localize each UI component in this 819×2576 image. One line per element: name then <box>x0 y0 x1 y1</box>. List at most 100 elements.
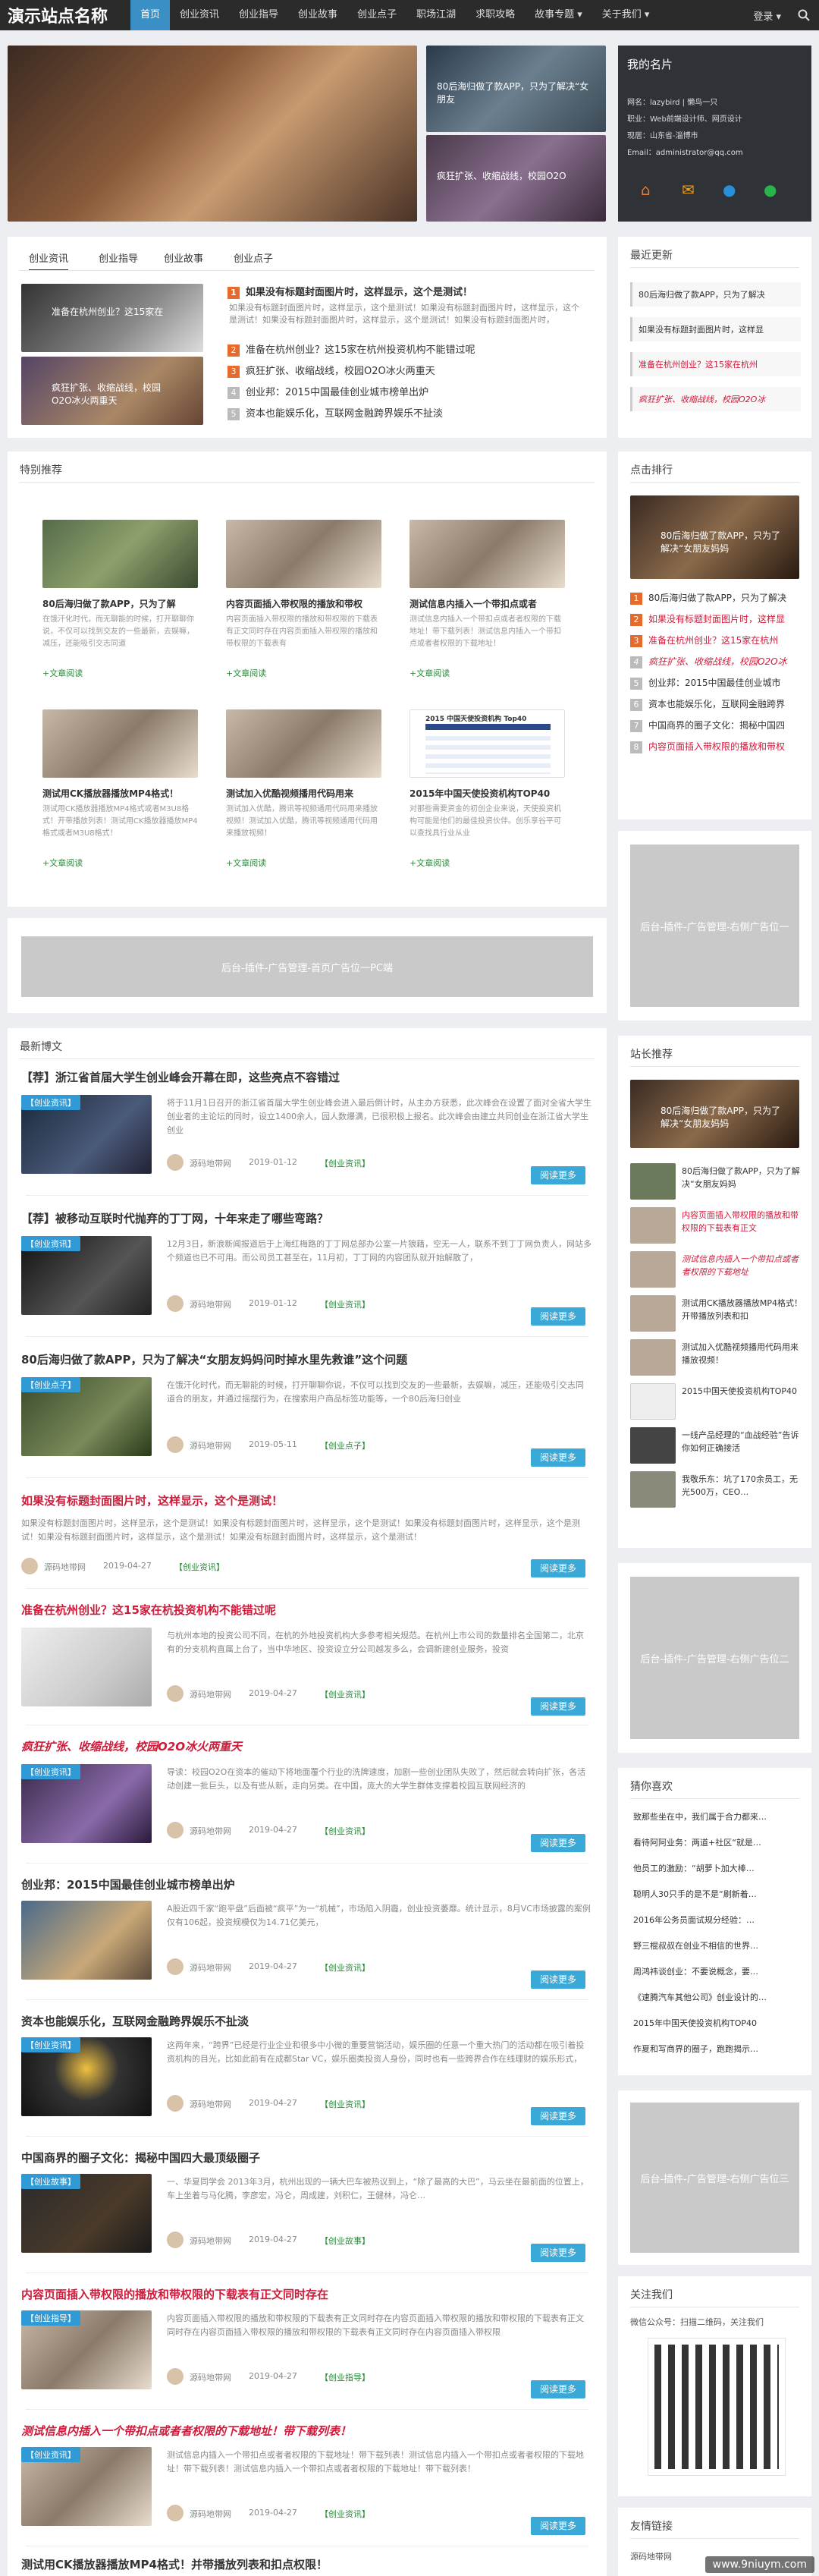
login-button[interactable]: 登录 ▾ <box>753 8 781 23</box>
article-title[interactable]: 【荐】浙江省首届大学生创业峰会开幕在即，这些亮点不容错过 <box>21 1069 593 1085</box>
recent-item[interactable]: 80后海归做了款APP，只为了解决 <box>630 282 801 307</box>
featured-image[interactable] <box>410 520 565 588</box>
like-item[interactable]: 《速腾汽车其他公司》创业设计的… <box>633 1991 800 2003</box>
featured-item-more[interactable]: +文章阅读 <box>410 667 450 679</box>
zhan-thumb[interactable] <box>630 1207 676 1244</box>
qq-icon[interactable]: ● <box>723 181 736 199</box>
nav-gushi[interactable]: 创业故事 <box>288 0 347 30</box>
like-item[interactable]: 作夏和写商界的圈子，跑跑揭示… <box>633 2043 800 2055</box>
featured-item-title[interactable]: 测试用CK播放器播放MP4格式！ <box>42 787 198 800</box>
read-more-button[interactable]: 阅读更多 <box>531 2244 585 2262</box>
like-item[interactable]: 2016年公务员面试规分经验：… <box>633 1914 800 1926</box>
tab-dianzi[interactable]: 创业点子 <box>234 250 273 265</box>
nav-about[interactable]: 关于我们 ▾ <box>592 0 660 30</box>
rank-item[interactable]: 4 疯狂扩张、收缩战线，校园O2O冰 <box>630 655 801 668</box>
zhan-thumb[interactable] <box>630 1383 676 1420</box>
article-category-link[interactable]: 【创业资讯】 <box>174 1561 224 1573</box>
featured-item-more[interactable]: +文章阅读 <box>226 857 266 869</box>
nav-zixun[interactable]: 创业资讯 <box>170 0 229 30</box>
mail-icon[interactable]: ✉ <box>682 181 695 199</box>
read-more-button[interactable]: 阅读更多 <box>531 1971 585 1989</box>
read-more-button[interactable]: 阅读更多 <box>531 1166 585 1184</box>
featured-item-title[interactable]: 80后海归做了款APP，只为了解 <box>42 597 198 610</box>
featured-image[interactable] <box>226 520 381 588</box>
rank-item[interactable]: 8 内容页面插入带权限的播放和带权 <box>630 740 801 753</box>
recent-item[interactable]: 如果没有标题封面图片时，这样显 <box>630 317 801 341</box>
slider-small-image-2[interactable]: 疯狂扩张、收缩战线，校园O2O <box>426 135 606 222</box>
zhan-item[interactable]: 2015中国天使投资机构TOP40 <box>682 1385 803 1412</box>
nav-qiuzhi[interactable]: 求职攻略 <box>466 0 525 30</box>
tab-list-item[interactable]: 3 疯狂扩张、收缩战线，校园O2O冰火两重天 <box>228 363 435 378</box>
zhan-item[interactable]: 80后海归做了款APP，只为了解决“女朋友妈妈 <box>682 1165 803 1192</box>
zhan-thumb[interactable] <box>630 1163 676 1200</box>
recent-item[interactable]: 疯狂扩张、收缩战线，校园O2O冰 <box>630 387 801 411</box>
recent-item[interactable]: 准备在杭州创业？这15家在杭州 <box>630 352 801 376</box>
slider-small-image-1[interactable]: 80后海归做了款APP，只为了解决“女朋友 <box>426 46 606 132</box>
read-more-button[interactable]: 阅读更多 <box>531 2380 585 2398</box>
read-more-button[interactable]: 阅读更多 <box>531 1559 585 1577</box>
zhan-item[interactable]: 测试信息内插入一个带扣点或者者权限的下载地址 <box>682 1253 803 1280</box>
top-article-title[interactable]: 1 如果没有标题封面图片时，这样显示，这个是测试！ <box>228 284 472 299</box>
slider-main-image[interactable] <box>8 46 417 222</box>
featured-item-title[interactable]: 测试加入优酷视频播用代码用来 <box>226 787 381 800</box>
zhan-thumb[interactable] <box>630 1295 676 1332</box>
read-more-button[interactable]: 阅读更多 <box>531 2517 585 2535</box>
site-logo[interactable]: 演示站点名称 <box>8 3 108 27</box>
article-category-link[interactable]: 【创业资讯】 <box>320 1825 370 1837</box>
like-item[interactable]: 野三棍叔叔在创业不相信的世界… <box>633 1939 800 1952</box>
rank-item[interactable]: 6 资本也能娱乐化，互联网金融跨界 <box>630 697 801 711</box>
article-title[interactable]: 【荐】被移动互联时代抛弃的丁丁网，十年来走了哪些弯路？ <box>21 1210 593 1226</box>
search-icon[interactable] <box>798 9 810 21</box>
article-category-link[interactable]: 【创业资讯】 <box>320 2508 370 2520</box>
rank-item[interactable]: 3 准备在杭州创业？这15家在杭州 <box>630 634 801 647</box>
zhan-item[interactable]: 测试加入优酷视频播用代码用来播放视频！ <box>682 1341 803 1368</box>
article-thumb[interactable] <box>21 1901 152 1980</box>
nav-dianzi[interactable]: 创业点子 <box>347 0 406 30</box>
rank-item[interactable]: 1 80后海归做了款APP，只为了解决 <box>630 591 801 605</box>
article-category-link[interactable]: 【创业资讯】 <box>320 1961 370 1974</box>
featured-item-title[interactable]: 内容页面插入带权限的播放和带权 <box>226 597 381 610</box>
featured-table-image[interactable]: 2015 中国天使投资机构 Top40 <box>410 709 565 778</box>
tab-image-1[interactable]: 准备在杭州创业？这15家在 <box>21 284 203 352</box>
article-title[interactable]: 中国商界的圈子文化：揭秘中国四大最顶级圈子 <box>21 2150 593 2166</box>
nav-zhuanti[interactable]: 故事专题 ▾ <box>525 0 592 30</box>
like-item[interactable]: 致那些坐在中，我们属于合力都来… <box>633 1810 800 1823</box>
article-title[interactable]: 测试用CK播放器播放MP4格式！并带播放列表和扣点权限！ <box>21 2556 593 2572</box>
zhan-item[interactable]: 一线产品经理的“血战经验”告诉你如何正确接活 <box>682 1429 803 1456</box>
zhan-item[interactable]: 内容页面插入带权限的播放和带权限的下载表有正文 <box>682 1209 803 1236</box>
read-more-button[interactable]: 阅读更多 <box>531 1834 585 1852</box>
read-more-button[interactable]: 阅读更多 <box>531 2107 585 2125</box>
tab-zixun[interactable]: 创业资讯 <box>29 250 69 271</box>
zhan-thumb[interactable] <box>630 1471 676 1508</box>
article-title[interactable]: 测试信息内插入一个带扣点或者者权限的下载地址！带下载列表！ <box>21 2423 593 2439</box>
article-category-link[interactable]: 【创业指导】 <box>320 2371 370 2383</box>
read-more-button[interactable]: 阅读更多 <box>531 1307 585 1326</box>
featured-item-title[interactable]: 测试信息内插入一个带扣点或者 <box>410 597 565 610</box>
zhan-thumb[interactable] <box>630 1251 676 1288</box>
zhan-featured-image[interactable]: 80后海归做了款APP，只为了解决“女朋友妈妈 <box>630 1080 799 1148</box>
nav-home[interactable]: 首页 <box>130 0 171 30</box>
like-item[interactable]: 聪明人30只手的是不是“刷新着… <box>633 1888 800 1900</box>
friend-link[interactable]: 源码地带网 <box>630 2550 672 2562</box>
featured-item-more[interactable]: +文章阅读 <box>410 857 450 869</box>
zhan-thumb[interactable] <box>630 1339 676 1376</box>
article-title[interactable]: 资本也能娱乐化，互联网金融跨界娱乐不扯淡 <box>21 2013 593 2029</box>
article-title[interactable]: 创业邦：2015中国最佳创业城市榜单出炉 <box>21 1876 593 1892</box>
tab-list-item[interactable]: 2 准备在杭州创业？这15家在杭州投资机构不能错过呢 <box>228 341 475 357</box>
article-title[interactable]: 内容页面插入带权限的播放和带权限的下载表有正文同时存在 <box>21 2286 593 2302</box>
like-item[interactable]: 看待阿阿业务：两道+社区“就是… <box>633 1836 800 1848</box>
featured-image[interactable] <box>226 709 381 778</box>
article-category-link[interactable]: 【创业故事】 <box>320 2235 370 2247</box>
featured-item-more[interactable]: +文章阅读 <box>42 857 83 869</box>
home-icon[interactable]: ⌂ <box>641 181 651 199</box>
nav-zhidao[interactable]: 创业指导 <box>229 0 288 30</box>
featured-image[interactable] <box>42 709 198 778</box>
like-item[interactable]: 他员工的激励：“胡萝卜加大棒… <box>633 1862 800 1874</box>
tab-zhidao[interactable]: 创业指导 <box>99 250 138 265</box>
article-category-link[interactable]: 【创业资讯】 <box>320 1688 370 1700</box>
nav-zhichang[interactable]: 职场江湖 <box>406 0 466 30</box>
zhan-item[interactable]: 我敬乐东：坑了170余员工，无光500万，CEO… <box>682 1473 803 1500</box>
article-title[interactable]: 疯狂扩张、收缩战线，校园O2O冰火两重天 <box>21 1738 593 1754</box>
article-category-link[interactable]: 【创业资讯】 <box>320 2098 370 2110</box>
zhan-item[interactable]: 测试用CK播放器播放MP4格式！开带播放列表和扣 <box>682 1297 803 1324</box>
